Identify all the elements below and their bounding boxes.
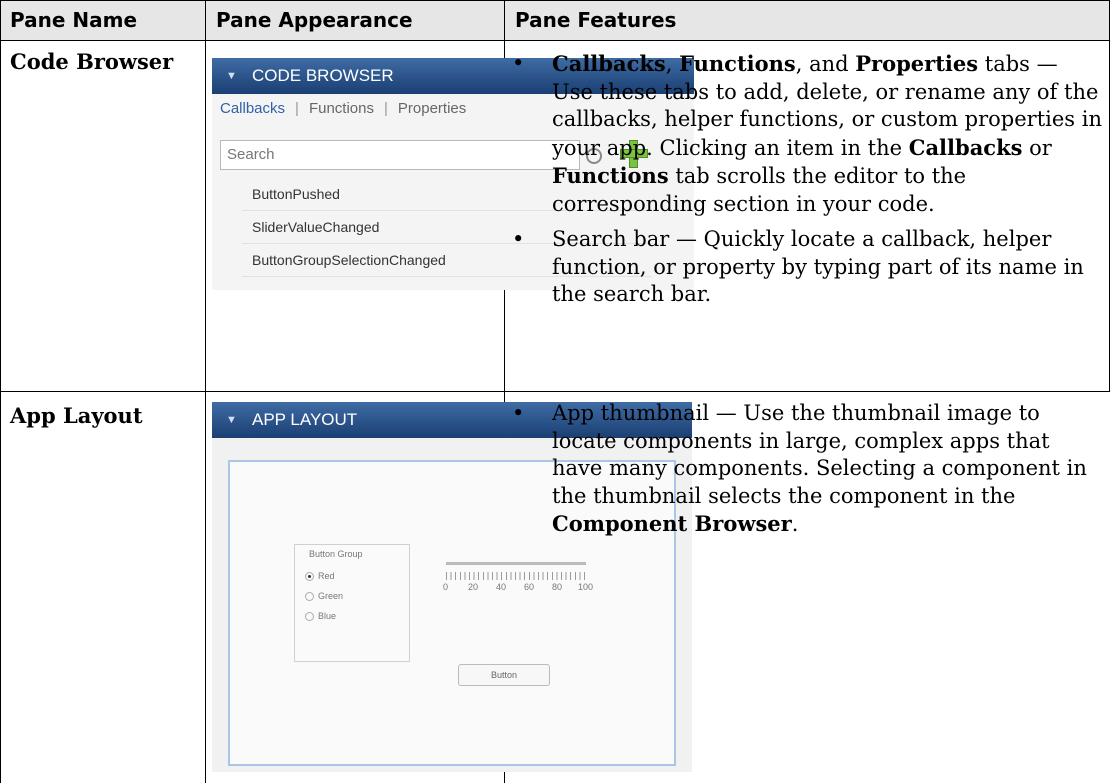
- slider-tick-label: 60: [524, 582, 535, 592]
- feature-text: or: [1022, 135, 1052, 160]
- radio-option: Blue: [305, 611, 337, 622]
- feature-text: ,: [665, 52, 680, 76]
- radio-selected-icon: [305, 572, 314, 582]
- radio-label: Red: [318, 571, 335, 581]
- header-divider: [0, 40, 1110, 41]
- feature-text-bold: Properties: [855, 51, 979, 76]
- slider-tick-label: 80: [552, 582, 563, 592]
- feature-item: • App thumbnail — Use the thumbnail image…: [512, 400, 1102, 539]
- header-pane-name: Pane Name: [0, 0, 205, 40]
- features-code-browser: • Callbacks, Functions, and Properties ta…: [512, 50, 1102, 317]
- bullet: •: [512, 227, 525, 251]
- app-layout-title: APP LAYOUT: [252, 410, 358, 429]
- tab-functions: Functions: [308, 100, 374, 117]
- radio-icon: [305, 612, 314, 622]
- feature-item: • Search bar — Quickly locate a callback,…: [512, 226, 1102, 309]
- slider-tick-label: 0: [443, 582, 449, 592]
- feature-text-bold: Functions: [679, 51, 796, 76]
- feature-text: , and: [795, 52, 856, 76]
- tab-separator: |: [295, 100, 299, 117]
- feature-text-bold: Component Browser: [552, 511, 792, 536]
- tab-callbacks: Callbacks: [220, 100, 286, 117]
- collapse-triangle-icon: ▼: [226, 414, 237, 426]
- button-preview: Button: [458, 664, 550, 686]
- feature-text-bold: Callbacks: [908, 134, 1023, 160]
- slider-tick-label: 20: [468, 582, 479, 592]
- pane-name-code-browser: Code Browser: [10, 49, 174, 74]
- collapse-triangle-icon: ▼: [226, 70, 237, 82]
- features-app-layout: • App thumbnail — Use the thumbnail image…: [512, 400, 1102, 547]
- table-border-top: [0, 0, 1110, 1]
- header-pane-appearance: Pane Appearance: [206, 0, 504, 40]
- feature-text-bold: Callbacks: [552, 51, 666, 76]
- button-group-title: Button Group: [309, 549, 363, 559]
- radio-icon: [305, 592, 314, 602]
- header-pane-features: Pane Features: [505, 0, 1110, 40]
- pane-name-app-layout: App Layout: [10, 403, 143, 428]
- pane-table: Pane Name Pane Appearance Pane Features …: [0, 0, 1110, 783]
- slider-tick-label: 40: [496, 582, 507, 592]
- bullet: •: [512, 401, 525, 425]
- slider-track: [446, 562, 586, 565]
- code-browser-tabs: Callbacks | Functions | Properties: [220, 100, 466, 117]
- row-divider: [0, 391, 1110, 392]
- feature-text-bold: Functions: [552, 163, 669, 188]
- tab-properties: Properties: [397, 100, 467, 117]
- radio-option: Red: [305, 571, 335, 582]
- button-group: Button Group Red Green Blue: [294, 544, 410, 662]
- slider-tick-label: 100: [578, 582, 594, 592]
- radio-option: Green: [305, 591, 344, 602]
- code-browser-title: CODE BROWSER: [252, 66, 394, 85]
- feature-text: Search bar — Quickly locate a callback, …: [552, 227, 1084, 306]
- bullet: •: [512, 51, 525, 75]
- feature-text: .: [791, 512, 799, 536]
- radio-label: Green: [318, 591, 344, 601]
- tab-separator: |: [383, 100, 388, 117]
- radio-label: Blue: [318, 611, 337, 621]
- slider-ticks: [446, 572, 586, 580]
- feature-item: • Callbacks, Functions, and Properties ta…: [512, 50, 1102, 218]
- feature-text: App thumbnail — Use the thumbnail image …: [552, 401, 1087, 508]
